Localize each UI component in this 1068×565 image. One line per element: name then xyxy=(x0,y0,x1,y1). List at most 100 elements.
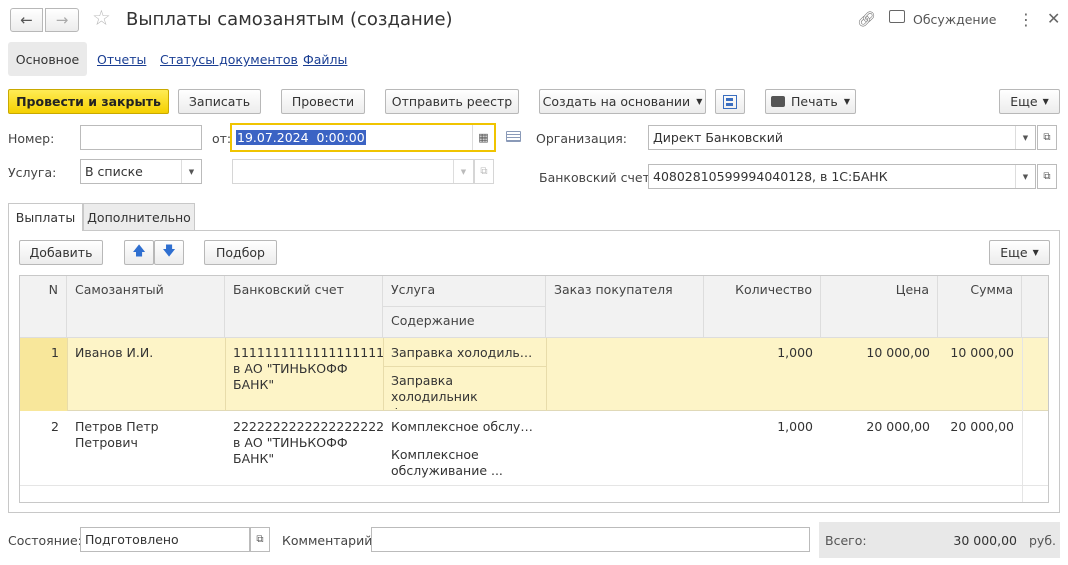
date-label: от: xyxy=(212,131,232,146)
create-based-on-button[interactable]: Создать на основании ▼ xyxy=(539,89,706,114)
title-bar: ← → ☆ Выплаты самозанятым (создание) 🔗︎ … xyxy=(0,0,1068,40)
col-service[interactable]: Услуга xyxy=(383,276,546,307)
service-detail-field: ▼ xyxy=(232,159,474,184)
back-button[interactable]: ← xyxy=(10,8,43,32)
table-row[interactable]: 1 Иванов И.И. 1111111111111111111, в АО … xyxy=(20,338,1048,411)
chevron-down-icon[interactable]: ▼ xyxy=(1015,165,1035,188)
chevron-down-icon[interactable]: ▼ xyxy=(1015,126,1035,149)
arrow-left-icon: ← xyxy=(20,11,33,29)
organization-field[interactable]: Директ Банковский ▼ xyxy=(648,125,1036,150)
self-employed-cell: Петров Петр Петрович xyxy=(75,419,159,450)
more-button[interactable]: Еще ▼ xyxy=(999,89,1060,114)
col-quantity[interactable]: Количество xyxy=(704,276,821,337)
tab-additional-label: Дополнительно xyxy=(87,209,191,225)
arrow-up-icon: 🡅︎ xyxy=(132,243,146,259)
more-label: Еще xyxy=(1010,94,1038,109)
dropdown-arrow-icon: ▼ xyxy=(843,97,850,106)
nav-tab-files[interactable]: Файлы xyxy=(303,52,347,67)
total-label: Всего: xyxy=(825,533,867,548)
bank-account-value: 40802810599994040128, в 1С:БАНК xyxy=(653,169,888,184)
organization-value: Директ Банковский xyxy=(653,130,783,145)
dropdown-arrow-icon: ▼ xyxy=(696,97,703,106)
nav-tab-reports[interactable]: Отчеты xyxy=(97,52,146,67)
col-n[interactable]: N xyxy=(20,276,67,337)
arrow-right-icon: → xyxy=(55,11,69,29)
pick-button[interactable]: Подбор xyxy=(204,240,277,265)
discussion-button[interactable]: Обсуждение xyxy=(913,12,996,27)
date-field[interactable]: 19.07.2024 0:00:00 ▦ xyxy=(230,123,496,152)
open-icon: ⧉ xyxy=(1043,171,1051,182)
col-self-employed[interactable]: Самозанятый xyxy=(67,276,225,337)
open-icon: ⧉ xyxy=(1043,132,1051,143)
col-bank-account[interactable]: Банковский счет xyxy=(225,276,383,337)
comment-label: Комментарий: xyxy=(282,533,377,548)
dropdown-arrow-icon: ▼ xyxy=(1032,248,1039,257)
table-header: N Самозанятый Банковский счет Услуга Сод… xyxy=(20,276,1048,338)
print-button[interactable]: Печать ▼ xyxy=(765,89,856,114)
service-cell: Комплексное обслуж... xyxy=(391,419,544,434)
open-icon: ⧉ xyxy=(480,166,488,177)
forward-button[interactable]: → xyxy=(45,8,79,32)
number-label: Номер: xyxy=(8,131,55,146)
table-more-label: Еще xyxy=(1000,245,1028,260)
nav-tab-main[interactable]: Основное xyxy=(8,42,87,76)
link-icon[interactable]: 🔗︎ xyxy=(857,10,876,28)
bank-account-label: Банковский счет: xyxy=(539,170,655,185)
bank-account-cell: 1111111111111111111, в АО "ТИНЬКОФФ БАНК… xyxy=(233,345,383,392)
col-sum[interactable]: Сумма xyxy=(938,276,1022,337)
print-label: Печать xyxy=(791,94,838,109)
move-down-button[interactable]: 🡇︎ xyxy=(154,240,184,265)
hierarchy-icon xyxy=(723,94,737,109)
nav-tab-doc-statuses[interactable]: Статусы документов xyxy=(160,52,298,67)
col-content[interactable]: Содержание xyxy=(383,307,546,337)
table-more-button[interactable]: Еще ▼ xyxy=(989,240,1050,265)
tab-additional[interactable]: Дополнительно xyxy=(83,203,195,230)
table-row[interactable]: 2 Петров Петр Петрович 22222222222222222… xyxy=(20,412,1048,486)
add-button[interactable]: Добавить xyxy=(19,240,103,265)
service-cell: Заправка холодильни... xyxy=(391,345,546,360)
more-vert-icon[interactable]: ⋮ xyxy=(1018,10,1034,29)
post-button[interactable]: Провести xyxy=(281,89,365,114)
chevron-down-icon[interactable]: ▼ xyxy=(181,160,201,183)
price-cell: 20 000,00 xyxy=(866,419,930,434)
dropdown-arrow-icon: ▼ xyxy=(1042,97,1049,106)
history-icon[interactable] xyxy=(506,131,521,142)
write-button[interactable]: Записать xyxy=(178,89,261,114)
star-icon[interactable]: ☆ xyxy=(92,6,111,30)
comment-field[interactable] xyxy=(371,527,810,552)
service-value: В списке xyxy=(85,164,143,179)
content-cell: Комплексное обслуживание ... xyxy=(391,447,503,478)
create-based-on-label: Создать на основании xyxy=(542,94,691,109)
tab-payments[interactable]: Выплаты xyxy=(8,203,83,231)
bank-account-cell: 22222222222222222222 в АО "ТИНЬКОФФ БАНК… xyxy=(233,419,383,466)
price-cell: 10 000,00 xyxy=(866,345,930,360)
quantity-cell: 1,000 xyxy=(777,419,813,434)
col-customer-order[interactable]: Заказ покупателя xyxy=(546,276,704,337)
number-field[interactable] xyxy=(80,125,202,150)
state-field[interactable]: Подготовлено xyxy=(80,527,250,552)
open-organization-button[interactable]: ⧉ xyxy=(1037,125,1057,150)
close-icon[interactable]: ✕ xyxy=(1047,9,1060,28)
row-number: 1 xyxy=(51,345,59,360)
open-state-button[interactable]: ⧉ xyxy=(250,527,270,552)
customer-order-cell xyxy=(546,341,704,349)
send-registry-button[interactable]: Отправить реестр xyxy=(385,89,519,114)
tab-payments-label: Выплаты xyxy=(15,210,76,225)
move-up-button[interactable]: 🡅︎ xyxy=(124,240,154,265)
bank-account-field[interactable]: 40802810599994040128, в 1С:БАНК ▼ xyxy=(648,164,1036,189)
self-employed-cell: Иванов И.И. xyxy=(75,345,154,360)
structure-button[interactable] xyxy=(715,89,745,114)
organization-label: Организация: xyxy=(536,131,627,146)
post-and-close-button[interactable]: Провести и закрыть xyxy=(8,89,169,114)
arrow-down-icon: 🡇︎ xyxy=(162,243,176,259)
quantity-cell: 1,000 xyxy=(777,345,813,360)
open-bank-account-button[interactable]: ⧉ xyxy=(1037,164,1057,189)
calendar-icon[interactable]: ▦ xyxy=(472,125,494,150)
service-label: Услуга: xyxy=(8,165,57,180)
sum-cell: 20 000,00 xyxy=(950,419,1014,434)
payments-table: N Самозанятый Банковский счет Услуга Сод… xyxy=(19,275,1049,503)
service-select[interactable]: В списке ▼ xyxy=(80,159,202,184)
chat-icon[interactable] xyxy=(889,10,905,23)
col-price[interactable]: Цена xyxy=(821,276,938,337)
nav-tab-main-label: Основное xyxy=(15,51,80,67)
